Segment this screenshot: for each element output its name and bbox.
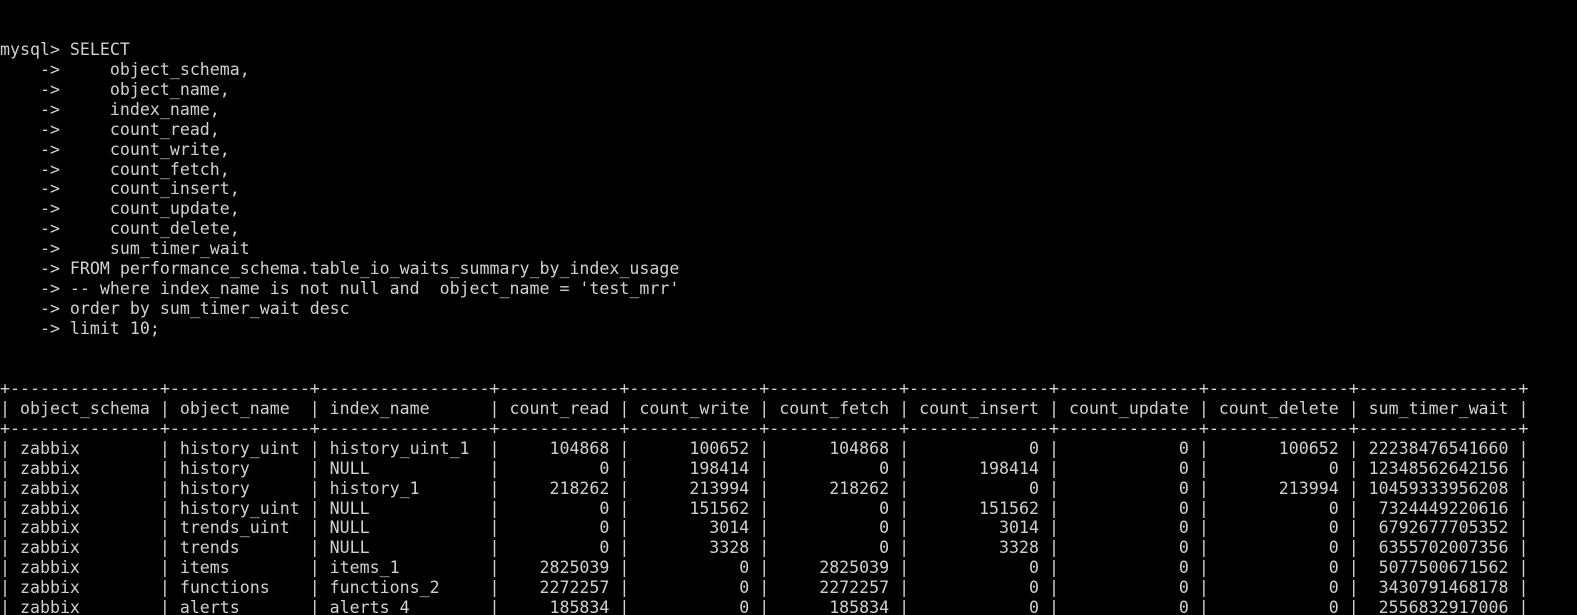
table-row: | zabbix | history_uint | NULL | 0 | 151… [0,498,1529,518]
sql-continuation-line: -> object_name, [0,79,230,99]
sql-continuation-line: -> limit 10; [0,319,160,339]
sql-continuation-line: -> count_read, [0,119,220,139]
sql-prompt-line: mysql> SELECT [0,39,130,59]
table-row: | zabbix | alerts | alerts_4 | 185834 | … [0,598,1529,615]
table-header-row: | object_schema | object_name | index_na… [0,398,1529,418]
sql-continuation-line: -> count_delete, [0,219,240,239]
table-header-separator: +---------------+--------------+--------… [0,418,1529,438]
sql-query-block: mysql> SELECT -> object_schema, -> objec… [0,40,1577,339]
sql-continuation-line: -> -- where index_name is not null and o… [0,279,680,299]
table-row: | zabbix | items | items_1 | 2825039 | 0… [0,558,1529,578]
sql-continuation-line: -> count_write, [0,139,230,159]
table-row: | zabbix | trends_uint | NULL | 0 | 3014… [0,518,1529,538]
table-top-border: +---------------+--------------+--------… [0,378,1529,398]
result-table-block: +---------------+--------------+--------… [0,379,1577,615]
table-row: | zabbix | history_uint | history_uint_1… [0,438,1529,458]
sql-continuation-line: -> order by sum_timer_wait desc [0,299,350,319]
sql-continuation-line: -> sum_timer_wait [0,239,250,259]
sql-continuation-line: -> FROM performance_schema.table_io_wait… [0,259,680,279]
table-row: | zabbix | history | NULL | 0 | 198414 |… [0,458,1529,478]
sql-continuation-line: -> count_update, [0,199,240,219]
sql-continuation-line: -> count_insert, [0,179,240,199]
terminal-output[interactable]: mysql> SELECT -> object_schema, -> objec… [0,0,1577,615]
sql-continuation-line: -> index_name, [0,99,220,119]
table-row: | zabbix | history | history_1 | 218262 … [0,478,1529,498]
table-row: | zabbix | functions | functions_2 | 227… [0,578,1529,598]
table-row: | zabbix | trends | NULL | 0 | 3328 | 0 … [0,538,1529,558]
sql-continuation-line: -> count_fetch, [0,159,230,179]
sql-continuation-line: -> object_schema, [0,59,250,79]
